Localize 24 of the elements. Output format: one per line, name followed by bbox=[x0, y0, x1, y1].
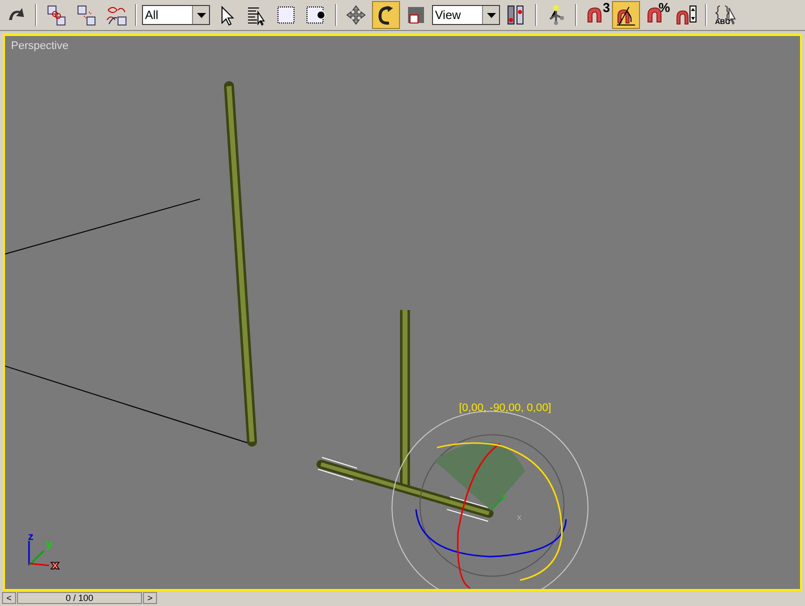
magnet-button[interactable]: % bbox=[642, 1, 670, 29]
named-selection-icon bbox=[715, 4, 737, 26]
axis-label: x bbox=[52, 559, 58, 572]
scale-icon bbox=[405, 4, 427, 26]
angle-snap-button[interactable] bbox=[612, 1, 640, 29]
next-frame-button[interactable]: > bbox=[143, 592, 157, 604]
unlink-icon bbox=[75, 4, 97, 26]
axis-label: y bbox=[46, 538, 52, 551]
spacewarp-bind-icon bbox=[105, 4, 127, 26]
dropdown[interactable]: View bbox=[432, 5, 500, 25]
spinner-snap-icon bbox=[675, 4, 697, 26]
axis-label: z bbox=[28, 530, 34, 543]
angle-snap-icon bbox=[615, 4, 637, 26]
time-slider-thumb[interactable]: 0 / 100 bbox=[17, 592, 142, 604]
magnet-button[interactable]: 3 bbox=[582, 1, 610, 29]
move-icon bbox=[345, 4, 367, 26]
previous-frame-button[interactable]: < bbox=[2, 592, 16, 604]
rotation-readout: [0,00, -90,00, 0,00] bbox=[459, 402, 552, 414]
link-icon bbox=[45, 4, 67, 26]
window-crossing-icon bbox=[305, 4, 327, 26]
rectangle-selection-icon bbox=[275, 4, 297, 26]
rotate-button[interactable] bbox=[372, 1, 400, 29]
gizmo-axis-label: y bbox=[502, 490, 506, 501]
dropdown[interactable]: All bbox=[142, 5, 210, 25]
